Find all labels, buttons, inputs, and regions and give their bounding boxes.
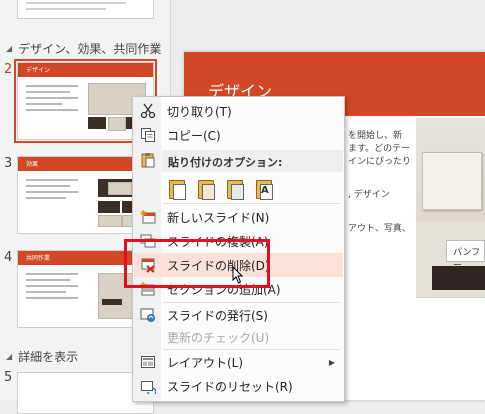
submenu-arrow-icon: ▶ [328,357,335,367]
menu-label: 切り取り(T) [167,104,232,119]
svg-text:✱: ✱ [140,209,147,218]
thumb-title: 効果 [26,161,39,168]
menu-item-layout[interactable]: レイアウト(L) ▶ [134,350,343,374]
menu-item-reset-slide[interactable]: スライドのリセット(R) [134,374,343,398]
paste-options-header: 貼り付けのオプション: [162,150,343,172]
layout-icon [140,354,156,370]
reset-icon [140,378,156,394]
menu-label: スライドのリセット(R) [167,379,293,394]
slide-sign: パンフー [446,240,485,271]
section-header-details[interactable]: ◢ 詳細を表示 [6,348,78,365]
paste-option-text-only[interactable]: A [253,177,275,201]
paste-option-glyph: A [261,185,269,196]
menu-label: コピー(C) [167,128,221,143]
thumb-title: デザイン [26,67,51,74]
paste-option-destination-theme[interactable] [166,177,188,201]
paste-option-keep-formatting[interactable] [195,177,217,201]
collapse-triangle-icon[interactable]: ◢ [6,352,12,361]
paste-options-label: 貼り付けのオプション: [168,156,283,169]
menu-label: 更新のチェック(U) [167,330,270,345]
menu-item-copy[interactable]: コピー(C) [134,123,343,147]
menu-item-publish-slides[interactable]: スライドの発行(S) [134,303,343,327]
new-slide-icon: ✱ [140,209,156,225]
menu-label: レイアウト(L) [167,355,244,370]
slide-photo-plate [422,152,482,210]
menu-item-cut[interactable]: 切り取り(T) [134,99,343,123]
slide-number: 4 [4,250,13,265]
slide-body-line: を開始し、新 [348,131,403,141]
slide-thumbnail-1[interactable] [17,0,154,19]
slide-sign-dark [432,266,485,290]
collapse-triangle-icon[interactable]: ◢ [6,44,12,53]
copy-icon [140,127,156,143]
highlight-annotation-box [124,239,270,288]
menu-item-new-slide[interactable]: ✱ 新しいスライド(N) [134,205,343,229]
section-label: 詳細を表示 [18,350,79,364]
slide-number: 3 [4,156,13,171]
mouse-cursor-icon [232,266,244,284]
thumb-title: 共同作業 [26,255,51,262]
paste-icon [140,152,156,168]
slide-body-line: ます。どのテー [348,144,411,154]
section-header-design[interactable]: ◢ デザイン、効果、共同作業 [6,40,161,57]
menu-label: スライドの発行(S) [167,308,268,323]
section-label: デザイン、効果、共同作業 [18,42,162,56]
menu-item-check-updates[interactable]: 更新のチェック(U) [134,325,343,349]
publish-icon [140,307,156,323]
slide-body-line: インにぴったり [348,157,412,167]
slide-body-line: アウト、写真、 [348,224,411,234]
slide-number: 5 [4,370,13,385]
menu-label: 新しいスライド(N) [167,210,270,225]
slide-body-line: , デザイン [348,190,390,200]
slide-number: 2 [4,62,13,77]
scissors-icon [140,103,156,119]
paste-option-picture[interactable] [224,177,246,201]
